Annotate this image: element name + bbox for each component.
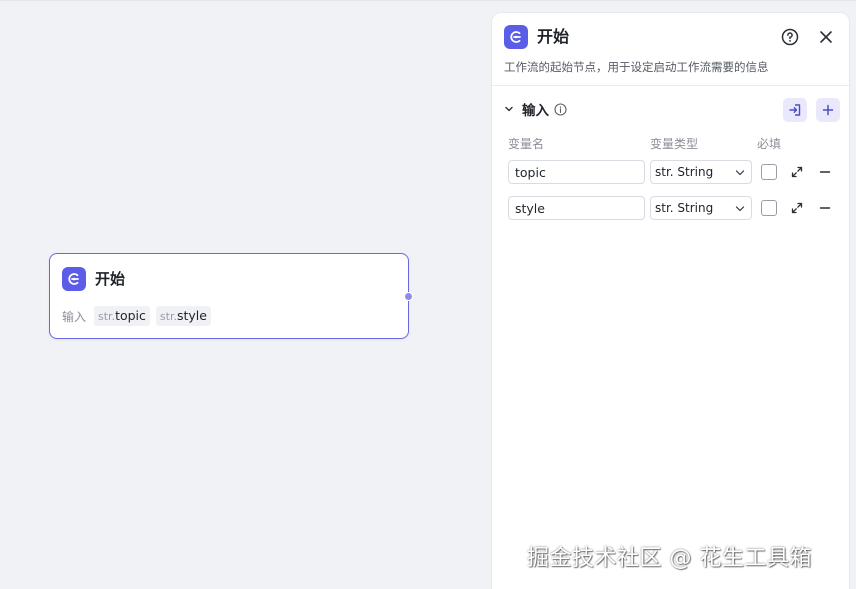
expand-button[interactable] (789, 200, 805, 216)
variable-row: str. String (492, 160, 849, 184)
inputs-section-header[interactable]: 输入 (504, 99, 567, 119)
info-icon[interactable] (554, 102, 567, 116)
divider (492, 85, 849, 86)
variable-type-select[interactable]: str. String (650, 160, 752, 184)
variable-name: topic (115, 308, 146, 323)
variable-name-input[interactable] (508, 160, 645, 184)
node-settings-panel: 开始 工作流的起始节点，用于设定启动工作流需要的信息 输入 变量名 变量类型 必… (491, 12, 850, 589)
chevron-down-icon (505, 106, 513, 112)
variable-type: str. (98, 310, 116, 323)
chevron-down-icon (735, 206, 745, 212)
start-node-icon (62, 267, 86, 291)
variable-type-select[interactable]: str. String (650, 196, 752, 220)
node-inputs: 输入 str. topic str. style (62, 306, 211, 326)
node-output-handle[interactable] (404, 292, 413, 301)
node-title: 开始 (95, 270, 126, 288)
import-icon (789, 104, 801, 116)
start-node-icon (504, 25, 528, 49)
expand-button[interactable] (789, 164, 805, 180)
add-variable-button[interactable] (816, 98, 840, 122)
variable-chip: str. topic (94, 306, 150, 326)
expand-icon (791, 166, 803, 178)
panel-description: 工作流的起始节点，用于设定启动工作流需要的信息 (504, 60, 769, 74)
variable-type-value: str. String (655, 165, 714, 179)
required-checkbox[interactable] (761, 200, 777, 216)
close-button[interactable] (816, 27, 836, 47)
column-header-required: 必填 (757, 137, 782, 151)
variable-type: str. (159, 310, 177, 323)
help-circle-icon (781, 28, 799, 46)
required-checkbox[interactable] (761, 164, 777, 180)
panel-title[interactable]: 开始 (537, 26, 569, 48)
variable-name: style (176, 308, 207, 323)
plus-icon (822, 104, 834, 116)
import-button[interactable] (783, 98, 807, 122)
help-button[interactable] (780, 27, 800, 47)
variable-name-input[interactable] (508, 196, 645, 220)
chevron-down-icon (735, 170, 745, 176)
column-header-type: 变量类型 (650, 137, 699, 151)
remove-variable-button[interactable] (817, 200, 833, 216)
variable-row: str. String (492, 196, 849, 220)
watermark: 掘金技术社区 @ 花生工具箱 (527, 546, 812, 571)
minus-icon (819, 171, 831, 173)
section-title: 输入 (522, 103, 549, 119)
column-header-name: 变量名 (508, 137, 545, 151)
variable-type-value: str. String (655, 201, 714, 215)
remove-variable-button[interactable] (817, 164, 833, 180)
expand-icon (791, 202, 803, 214)
variable-chip: str. style (155, 306, 211, 326)
node-inputs-label: 输入 (62, 309, 87, 324)
close-icon (820, 31, 832, 43)
minus-icon (819, 207, 831, 209)
start-node[interactable]: 开始 输入 str. topic str. style (49, 253, 409, 339)
